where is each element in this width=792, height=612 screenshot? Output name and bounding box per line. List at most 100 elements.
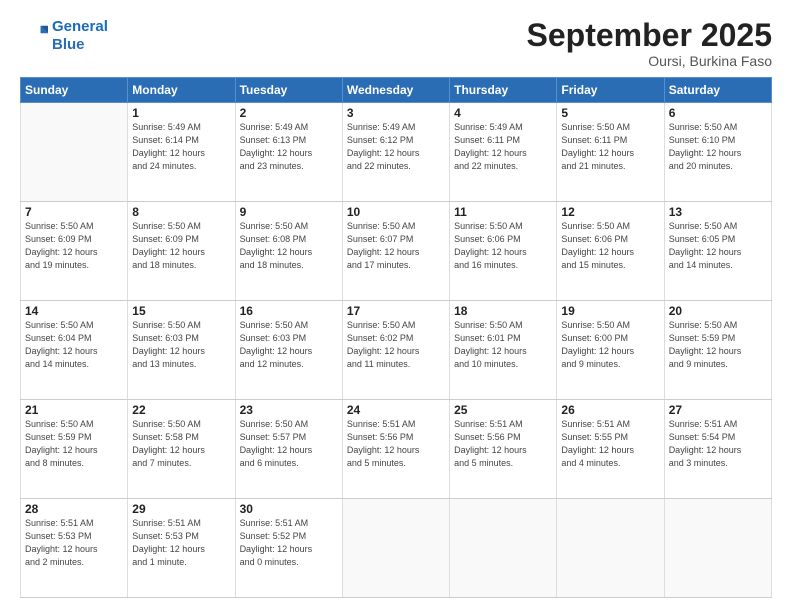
calendar-cell: 25Sunrise: 5:51 AM Sunset: 5:56 PM Dayli… — [450, 400, 557, 499]
calendar-cell: 23Sunrise: 5:50 AM Sunset: 5:57 PM Dayli… — [235, 400, 342, 499]
day-info: Sunrise: 5:51 AM Sunset: 5:52 PM Dayligh… — [240, 517, 338, 569]
day-info: Sunrise: 5:51 AM Sunset: 5:55 PM Dayligh… — [561, 418, 659, 470]
weekday-header: Monday — [128, 78, 235, 103]
weekday-header: Tuesday — [235, 78, 342, 103]
calendar-cell — [664, 499, 771, 598]
calendar-cell: 27Sunrise: 5:51 AM Sunset: 5:54 PM Dayli… — [664, 400, 771, 499]
day-info: Sunrise: 5:49 AM Sunset: 6:14 PM Dayligh… — [132, 121, 230, 173]
day-info: Sunrise: 5:50 AM Sunset: 5:58 PM Dayligh… — [132, 418, 230, 470]
calendar-cell — [342, 499, 449, 598]
calendar-cell: 20Sunrise: 5:50 AM Sunset: 5:59 PM Dayli… — [664, 301, 771, 400]
day-number: 26 — [561, 403, 659, 417]
calendar-cell — [21, 103, 128, 202]
day-number: 5 — [561, 106, 659, 120]
day-info: Sunrise: 5:49 AM Sunset: 6:12 PM Dayligh… — [347, 121, 445, 173]
weekday-header: Thursday — [450, 78, 557, 103]
day-number: 3 — [347, 106, 445, 120]
day-number: 4 — [454, 106, 552, 120]
calendar-cell — [450, 499, 557, 598]
calendar-cell: 26Sunrise: 5:51 AM Sunset: 5:55 PM Dayli… — [557, 400, 664, 499]
day-info: Sunrise: 5:50 AM Sunset: 5:59 PM Dayligh… — [669, 319, 767, 371]
calendar-cell: 8Sunrise: 5:50 AM Sunset: 6:09 PM Daylig… — [128, 202, 235, 301]
day-number: 8 — [132, 205, 230, 219]
calendar-cell: 28Sunrise: 5:51 AM Sunset: 5:53 PM Dayli… — [21, 499, 128, 598]
day-number: 7 — [25, 205, 123, 219]
day-info: Sunrise: 5:50 AM Sunset: 6:11 PM Dayligh… — [561, 121, 659, 173]
day-number: 22 — [132, 403, 230, 417]
calendar-cell: 6Sunrise: 5:50 AM Sunset: 6:10 PM Daylig… — [664, 103, 771, 202]
day-number: 19 — [561, 304, 659, 318]
calendar-cell: 14Sunrise: 5:50 AM Sunset: 6:04 PM Dayli… — [21, 301, 128, 400]
day-number: 20 — [669, 304, 767, 318]
day-number: 28 — [25, 502, 123, 516]
calendar-cell: 13Sunrise: 5:50 AM Sunset: 6:05 PM Dayli… — [664, 202, 771, 301]
day-info: Sunrise: 5:50 AM Sunset: 6:01 PM Dayligh… — [454, 319, 552, 371]
day-info: Sunrise: 5:50 AM Sunset: 6:04 PM Dayligh… — [25, 319, 123, 371]
day-info: Sunrise: 5:50 AM Sunset: 6:03 PM Dayligh… — [132, 319, 230, 371]
calendar-cell: 16Sunrise: 5:50 AM Sunset: 6:03 PM Dayli… — [235, 301, 342, 400]
day-number: 11 — [454, 205, 552, 219]
day-number: 1 — [132, 106, 230, 120]
day-info: Sunrise: 5:50 AM Sunset: 6:02 PM Dayligh… — [347, 319, 445, 371]
day-info: Sunrise: 5:50 AM Sunset: 6:00 PM Dayligh… — [561, 319, 659, 371]
calendar-cell: 9Sunrise: 5:50 AM Sunset: 6:08 PM Daylig… — [235, 202, 342, 301]
day-number: 12 — [561, 205, 659, 219]
day-number: 16 — [240, 304, 338, 318]
day-number: 24 — [347, 403, 445, 417]
header: General Blue September 2025 Oursi, Burki… — [20, 18, 772, 69]
day-number: 25 — [454, 403, 552, 417]
day-info: Sunrise: 5:50 AM Sunset: 5:57 PM Dayligh… — [240, 418, 338, 470]
week-row: 28Sunrise: 5:51 AM Sunset: 5:53 PM Dayli… — [21, 499, 772, 598]
title-month: September 2025 — [527, 18, 772, 53]
weekday-header: Saturday — [664, 78, 771, 103]
calendar-cell: 12Sunrise: 5:50 AM Sunset: 6:06 PM Dayli… — [557, 202, 664, 301]
day-number: 23 — [240, 403, 338, 417]
day-info: Sunrise: 5:49 AM Sunset: 6:13 PM Dayligh… — [240, 121, 338, 173]
calendar-cell: 22Sunrise: 5:50 AM Sunset: 5:58 PM Dayli… — [128, 400, 235, 499]
day-number: 18 — [454, 304, 552, 318]
calendar-cell: 10Sunrise: 5:50 AM Sunset: 6:07 PM Dayli… — [342, 202, 449, 301]
day-number: 15 — [132, 304, 230, 318]
title-location: Oursi, Burkina Faso — [527, 53, 772, 69]
day-info: Sunrise: 5:50 AM Sunset: 5:59 PM Dayligh… — [25, 418, 123, 470]
calendar-cell: 4Sunrise: 5:49 AM Sunset: 6:11 PM Daylig… — [450, 103, 557, 202]
calendar-cell — [557, 499, 664, 598]
calendar-cell: 3Sunrise: 5:49 AM Sunset: 6:12 PM Daylig… — [342, 103, 449, 202]
calendar-cell: 21Sunrise: 5:50 AM Sunset: 5:59 PM Dayli… — [21, 400, 128, 499]
weekday-header-row: SundayMondayTuesdayWednesdayThursdayFrid… — [21, 78, 772, 103]
day-info: Sunrise: 5:50 AM Sunset: 6:08 PM Dayligh… — [240, 220, 338, 272]
calendar-cell: 2Sunrise: 5:49 AM Sunset: 6:13 PM Daylig… — [235, 103, 342, 202]
day-number: 29 — [132, 502, 230, 516]
day-info: Sunrise: 5:50 AM Sunset: 6:09 PM Dayligh… — [132, 220, 230, 272]
day-info: Sunrise: 5:51 AM Sunset: 5:54 PM Dayligh… — [669, 418, 767, 470]
day-info: Sunrise: 5:50 AM Sunset: 6:05 PM Dayligh… — [669, 220, 767, 272]
day-number: 30 — [240, 502, 338, 516]
week-row: 7 Sunrise: 5:50 AM Sunset: 6:09 PM Daylig… — [21, 202, 772, 301]
day-info: Sunrise: 5:51 AM Sunset: 5:56 PM Dayligh… — [454, 418, 552, 470]
day-info: Sunrise: 5:50 AM Sunset: 6:06 PM Dayligh… — [561, 220, 659, 272]
week-row: 21Sunrise: 5:50 AM Sunset: 5:59 PM Dayli… — [21, 400, 772, 499]
day-number: 17 — [347, 304, 445, 318]
calendar-cell: 5Sunrise: 5:50 AM Sunset: 6:11 PM Daylig… — [557, 103, 664, 202]
logo: General Blue — [20, 18, 108, 54]
day-info: Sunrise: 5:50 AM Sunset: 6:06 PM Dayligh… — [454, 220, 552, 272]
weekday-header: Friday — [557, 78, 664, 103]
day-info: Sunrise: 5:51 AM Sunset: 5:56 PM Dayligh… — [347, 418, 445, 470]
calendar-cell: 24Sunrise: 5:51 AM Sunset: 5:56 PM Dayli… — [342, 400, 449, 499]
page: General Blue September 2025 Oursi, Burki… — [0, 0, 792, 612]
title-block: September 2025 Oursi, Burkina Faso — [527, 18, 772, 69]
calendar-cell: 29Sunrise: 5:51 AM Sunset: 5:53 PM Dayli… — [128, 499, 235, 598]
calendar-cell: 30Sunrise: 5:51 AM Sunset: 5:52 PM Dayli… — [235, 499, 342, 598]
day-number: 14 — [25, 304, 123, 318]
logo-icon — [20, 22, 48, 50]
week-row: 14Sunrise: 5:50 AM Sunset: 6:04 PM Dayli… — [21, 301, 772, 400]
day-info: Sunrise: 5:50 AM Sunset: 6:03 PM Dayligh… — [240, 319, 338, 371]
calendar-cell: 11Sunrise: 5:50 AM Sunset: 6:06 PM Dayli… — [450, 202, 557, 301]
calendar-cell: 1Sunrise: 5:49 AM Sunset: 6:14 PM Daylig… — [128, 103, 235, 202]
weekday-header: Wednesday — [342, 78, 449, 103]
calendar-cell: 19Sunrise: 5:50 AM Sunset: 6:00 PM Dayli… — [557, 301, 664, 400]
calendar-cell: 7Sunrise: 5:50 AM Sunset: 6:09 PM Daylig… — [21, 202, 128, 301]
calendar-cell: 18Sunrise: 5:50 AM Sunset: 6:01 PM Dayli… — [450, 301, 557, 400]
day-number: 2 — [240, 106, 338, 120]
day-number: 21 — [25, 403, 123, 417]
